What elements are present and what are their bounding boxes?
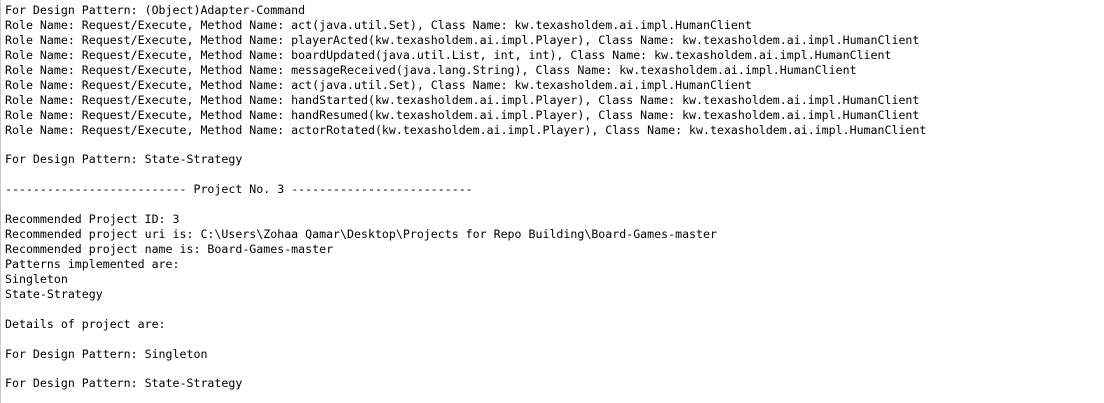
console-line: Patterns implemented are: — [5, 256, 180, 271]
console-line: For Design Pattern: State-Strategy — [5, 376, 243, 391]
console-line: Role Name: Request/Execute, Method Name:… — [5, 122, 927, 137]
console-line: Role Name: Request/Execute, Method Name:… — [5, 17, 752, 32]
console-line: Details of project are: — [5, 316, 166, 331]
console-line: Role Name: Request/Execute, Method Name:… — [5, 47, 892, 62]
console-line: State-Strategy — [5, 286, 103, 301]
console-line: Singleton — [5, 271, 68, 286]
console-line: Role Name: Request/Execute, Method Name:… — [5, 92, 920, 107]
console-line: Recommended project name is: Board-Games… — [5, 242, 334, 256]
console-output: For Design Pattern: (Object)Adapter-Comm… — [5, 3, 926, 391]
console-line: Role Name: Request/Execute, Method Name:… — [5, 32, 920, 47]
console-line: For Design Pattern: (Object)Adapter-Comm… — [5, 3, 306, 17]
console-line: For Design Pattern: State-Strategy — [5, 152, 243, 167]
console-line: Role Name: Request/Execute, Method Name:… — [5, 77, 752, 92]
console-line: -------------------------- Project No. 3… — [5, 182, 473, 197]
console-line: Role Name: Request/Execute, Method Name:… — [5, 62, 857, 77]
console-line: For Design Pattern: Singleton — [5, 346, 208, 361]
console-line: Role Name: Request/Execute, Method Name:… — [5, 107, 920, 122]
console-line: Recommended project uri is: C:\Users\Zoh… — [5, 227, 717, 242]
console-line: Recommended Project ID: 3 — [5, 212, 180, 227]
